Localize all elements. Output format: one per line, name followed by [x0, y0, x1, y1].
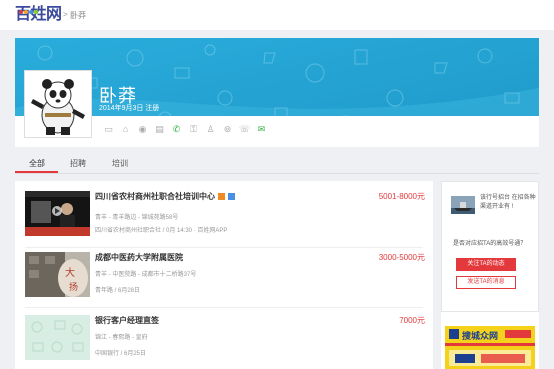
id-card-icon[interactable]: ▭ — [103, 124, 114, 135]
verification-badges: ▭ ⌂ ◉ ▤ ✆ ⚿ ♙ ⊚ ☏ ✉ — [103, 124, 267, 135]
advertisement-banner[interactable]: 搜城众网 — [445, 326, 535, 369]
contact-question: 是否对应招TA的高效号通？ — [453, 241, 527, 247]
job-salary: 7000元 — [399, 316, 425, 325]
svg-text:大: 大 — [65, 266, 75, 279]
ship-image — [451, 196, 475, 214]
wechat-icon[interactable]: ✆ — [171, 124, 182, 135]
mail-icon[interactable]: ✉ — [256, 124, 267, 135]
job-title[interactable]: 银行客户经理直签 — [95, 315, 159, 326]
list-item[interactable]: 银行客户经理直签 7000元 锦江 - 春熙路 - 皇府 中国银行 / 6月25… — [25, 315, 425, 369]
follow-button[interactable]: 关注TA的动态 — [456, 258, 516, 271]
profile-info-strip — [15, 116, 539, 147]
lock-icon[interactable]: ⚿ — [188, 124, 199, 135]
license-icon[interactable]: ▤ — [154, 124, 165, 135]
svg-text:扬: 扬 — [69, 281, 78, 293]
tab-divider — [15, 173, 539, 174]
car-icon[interactable]: ◉ — [137, 124, 148, 135]
ad-text: 搜城众网 — [462, 331, 499, 341]
tab-all[interactable]: 全部 — [29, 158, 45, 169]
list-divider — [25, 247, 423, 248]
list-divider — [25, 307, 423, 308]
seller-info: 该行号招台 在招各种渠道开业有 ! — [480, 195, 536, 210]
breadcrumb-separator: > — [63, 10, 68, 19]
list-item[interactable]: 四川省农村商州社职合社培训中心 5001-8000元 青羊 - 青羊路边 - 锦… — [25, 191, 425, 243]
video-thumbnail-image — [25, 191, 90, 236]
job-title[interactable]: 成都中医药大学附属医院 — [95, 252, 183, 263]
job-source: 四川省农村商州社职合社 / 0月 14:30 · 百姓网APP — [95, 228, 228, 234]
job-title-text[interactable]: 四川省农村商州社职合社培训中心 — [95, 192, 215, 201]
phone-icon[interactable]: ☏ — [239, 124, 250, 135]
profile-joined-date: 2014年9月3日 注册 — [99, 105, 160, 112]
top-bar: 百姓网 > 卧莽 — [0, 0, 554, 30]
panda-icon — [25, 71, 91, 137]
placeholder-thumbnail-image — [25, 315, 90, 360]
breadcrumb-current[interactable]: 卧莽 — [70, 10, 86, 21]
tab-recruit[interactable]: 招聘 — [70, 158, 86, 169]
job-source: 青年路 / 6月28日 — [95, 288, 141, 294]
alipay-icon[interactable]: ⊚ — [222, 124, 233, 135]
building-thumbnail-image: 大 扬 — [25, 252, 90, 297]
house-icon[interactable]: ⌂ — [120, 124, 131, 135]
list-item[interactable]: 大 扬 成都中医药大学附属医院 3000-5000元 青羊 - 中医院路 - 成… — [25, 252, 425, 304]
site-logo[interactable]: 百姓网 — [15, 4, 62, 24]
category-tabs: 全部 招聘 培训 — [15, 152, 539, 174]
job-source: 中国银行 / 6月25日 — [95, 351, 147, 357]
verified-tag-icon — [218, 193, 225, 200]
tab-training[interactable]: 培训 — [112, 158, 128, 169]
job-thumbnail[interactable]: 大 扬 — [25, 252, 90, 297]
job-salary: 3000-5000元 — [378, 253, 425, 262]
job-title[interactable]: 四川省农村商州社职合社培训中心 — [95, 191, 235, 202]
contact-card: 该行号招台 在招各种渠道开业有 ! 是否对应招TA的高效号通？ 关注TA的动态 … — [441, 181, 539, 312]
job-salary: 5001-8000元 — [378, 192, 425, 201]
certified-tag-icon — [228, 193, 235, 200]
job-location: 青羊 - 中医院路 - 成都市十二桥路37号 — [95, 272, 197, 278]
job-thumbnail[interactable] — [25, 191, 90, 236]
sidebar: 该行号招台 在招各种渠道开业有 ! 是否对应招TA的高效号通？ 关注TA的动态 … — [441, 181, 539, 369]
user-icon[interactable]: ♙ — [205, 124, 216, 135]
message-button[interactable]: 发送TA的消息 — [456, 276, 516, 289]
job-thumbnail[interactable] — [25, 315, 90, 360]
logo-dots — [19, 1, 39, 19]
job-location: 青羊 - 青羊路边 - 锦城苑路58号 — [95, 215, 179, 221]
listing-panel: 四川省农村商州社职合社培训中心 5001-8000元 青羊 - 青羊路边 - 锦… — [15, 181, 433, 369]
ship-thumbnail[interactable] — [451, 196, 475, 214]
avatar[interactable] — [24, 70, 92, 138]
job-location: 锦江 - 春熙路 - 皇府 — [95, 335, 148, 341]
